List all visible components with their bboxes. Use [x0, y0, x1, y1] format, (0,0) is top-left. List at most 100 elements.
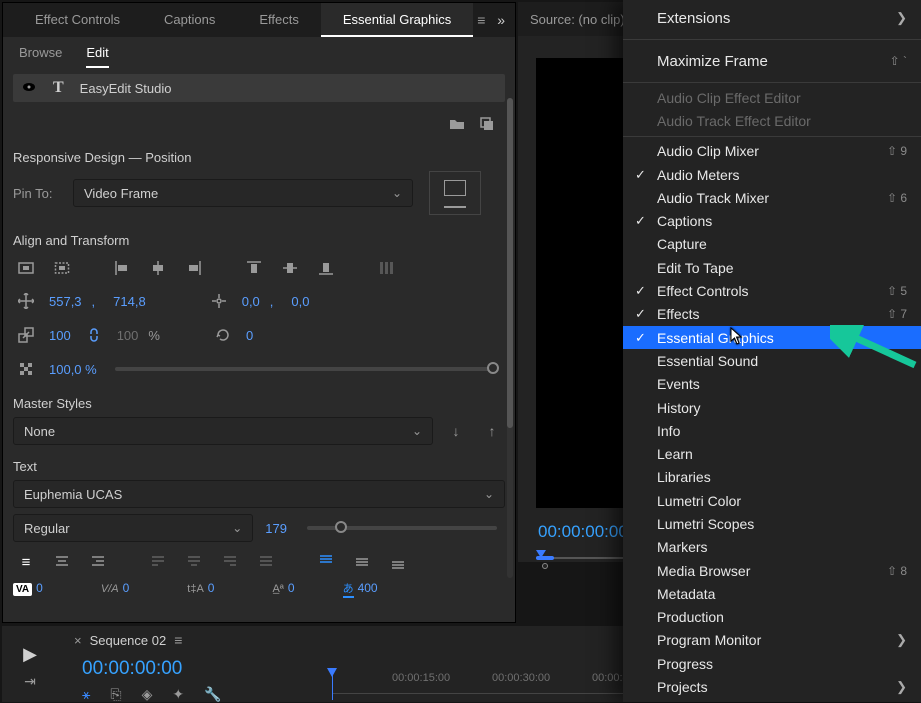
menu-item-effect-controls[interactable]: ✓Effect Controls⇧ 5	[623, 279, 921, 302]
scale-icon[interactable]	[13, 323, 39, 347]
text-align-center-icon[interactable]	[49, 550, 75, 574]
tab-essential-graphics[interactable]: Essential Graphics	[321, 3, 473, 37]
distribute-icon[interactable]	[373, 256, 399, 280]
tsume-value[interactable]: 400	[358, 581, 378, 595]
anchor-point-icon[interactable]	[206, 289, 232, 313]
tracking-value[interactable]: 0	[123, 581, 130, 595]
subtab-edit[interactable]: Edit	[86, 45, 108, 68]
menu-item-captions[interactable]: ✓Captions	[623, 209, 921, 232]
menu-item-edit-to-tape[interactable]: Edit To Tape	[623, 256, 921, 279]
push-style-up-icon[interactable]: ↑	[479, 419, 505, 443]
menu-maximize-frame[interactable]: Maximize Frame⇧ `	[623, 43, 921, 79]
menu-item-libraries[interactable]: Libraries	[623, 466, 921, 489]
align-bottom-icon[interactable]	[313, 256, 339, 280]
menu-item-progress[interactable]: Progress	[623, 652, 921, 675]
scale-w-value[interactable]: 100	[49, 328, 71, 343]
panel-scrollbar[interactable]	[507, 98, 513, 578]
settings-icon[interactable]: 🔧	[204, 686, 221, 703]
add-marker-icon[interactable]: ✦	[172, 686, 184, 703]
pin-to-select[interactable]: Video Frame ⌄	[73, 179, 413, 207]
position-y-value[interactable]: 714,8	[113, 294, 146, 309]
text-justify-last-right-icon[interactable]	[217, 550, 243, 574]
menu-item-capture[interactable]: Capture	[623, 233, 921, 256]
source-tab-label[interactable]: Source: (no clip)	[530, 12, 625, 27]
menu-item-metadata[interactable]: Metadata	[623, 582, 921, 605]
play-icon[interactable]: ▶	[23, 644, 37, 665]
opacity-value[interactable]: 100,0 %	[49, 362, 97, 377]
baseline-value[interactable]: 0	[288, 581, 295, 595]
menu-item-media-browser[interactable]: Media Browser⇧ 8	[623, 559, 921, 582]
source-timecode-value[interactable]: 00:00:00:00	[538, 522, 628, 542]
subtab-browse[interactable]: Browse	[19, 45, 62, 68]
new-layer-icon[interactable]	[479, 116, 495, 138]
menu-item-audio-clip-mixer[interactable]: Audio Clip Mixer⇧ 9	[623, 140, 921, 163]
menu-item-audio-meters[interactable]: ✓Audio Meters	[623, 163, 921, 186]
push-style-down-icon[interactable]: ↓	[443, 419, 469, 443]
menu-item-lumetri-scopes[interactable]: Lumetri Scopes	[623, 512, 921, 535]
vertical-align-top-icon[interactable]	[313, 550, 339, 574]
font-weight-select[interactable]: Regular ⌄	[13, 514, 253, 542]
master-styles-header: Master Styles	[13, 396, 505, 411]
text-justify-last-left-icon[interactable]	[145, 550, 171, 574]
panel-menu-icon[interactable]: ≡	[477, 12, 485, 28]
timeline-playhead-icon[interactable]	[332, 670, 333, 700]
opacity-slider[interactable]	[115, 367, 497, 371]
linked-selection-icon[interactable]: ⎘	[110, 686, 121, 703]
rotation-value[interactable]: 0	[246, 328, 253, 343]
timeline-timecode-value[interactable]: 00:00:00:00	[82, 658, 182, 680]
visibility-toggle-icon[interactable]	[21, 79, 37, 98]
rotation-icon[interactable]	[210, 323, 236, 347]
master-style-select[interactable]: None ⌄	[13, 417, 433, 445]
align-left-icon[interactable]	[109, 256, 135, 280]
font-family-select[interactable]: Euphemia UCAS ⌄	[13, 480, 505, 508]
position-icon[interactable]	[13, 289, 39, 313]
opacity-icon[interactable]	[13, 357, 39, 381]
constrain-proportions-icon[interactable]	[81, 323, 107, 347]
vertical-align-bottom-icon[interactable]	[385, 550, 411, 574]
menu-item-lumetri-color[interactable]: Lumetri Color	[623, 489, 921, 512]
kerning-value[interactable]: 0	[36, 581, 43, 595]
menu-item-effects[interactable]: ✓Effects⇧ 7	[623, 303, 921, 326]
new-group-icon[interactable]	[449, 116, 465, 138]
font-size-slider[interactable]	[307, 526, 497, 530]
align-top-icon[interactable]	[241, 256, 267, 280]
align-to-frame-icon[interactable]	[13, 256, 39, 280]
align-vcenter-icon[interactable]	[277, 256, 303, 280]
scale-h-value[interactable]: 100	[117, 328, 139, 343]
menu-item-markers[interactable]: Markers	[623, 536, 921, 559]
text-justify-all-icon[interactable]	[253, 550, 279, 574]
marker-icon[interactable]: ◈	[142, 686, 153, 703]
tab-effect-controls[interactable]: Effect Controls	[13, 3, 142, 37]
align-right-icon[interactable]	[181, 256, 207, 280]
menu-item-audio-track-mixer[interactable]: Audio Track Mixer⇧ 6	[623, 186, 921, 209]
menu-item-program-monitor[interactable]: Program Monitor❯	[623, 629, 921, 652]
text-layer-row[interactable]: T EasyEdit Studio	[13, 74, 505, 102]
source-playhead-icon[interactable]	[536, 550, 546, 564]
text-align-right-icon[interactable]	[85, 550, 111, 574]
menu-extensions[interactable]: Extensions❯	[623, 0, 921, 36]
font-size-value[interactable]: 179	[265, 521, 287, 536]
menu-item-production[interactable]: Production	[623, 606, 921, 629]
tab-effects[interactable]: Effects	[237, 3, 321, 37]
menu-item-learn[interactable]: Learn	[623, 442, 921, 465]
menu-item-history[interactable]: History	[623, 396, 921, 419]
vertical-align-middle-icon[interactable]	[349, 550, 375, 574]
anchor-y-value[interactable]: 0,0	[291, 294, 309, 309]
menu-item-info[interactable]: Info	[623, 419, 921, 442]
text-justify-last-center-icon[interactable]	[181, 550, 207, 574]
insert-icon[interactable]: ⇥	[24, 673, 36, 690]
align-to-selection-icon[interactable]	[49, 256, 75, 280]
close-sequence-icon[interactable]: ×	[74, 633, 82, 648]
position-x-value[interactable]: 557,3	[49, 294, 82, 309]
anchor-x-value[interactable]: 0,0	[242, 294, 260, 309]
text-align-left-icon[interactable]: ≡	[13, 550, 39, 574]
sequence-menu-icon[interactable]: ≡	[174, 632, 182, 648]
snap-icon[interactable]: ⚹	[82, 686, 90, 703]
leading-value[interactable]: 0	[208, 581, 215, 595]
tab-captions[interactable]: Captions	[142, 3, 237, 37]
menu-item-projects[interactable]: Projects❯	[623, 675, 921, 698]
pin-edges-widget[interactable]	[429, 171, 481, 215]
sequence-tab[interactable]: × Sequence 02 ≡	[74, 632, 182, 648]
expand-panel-icon[interactable]: »	[497, 12, 505, 28]
align-hcenter-icon[interactable]	[145, 256, 171, 280]
